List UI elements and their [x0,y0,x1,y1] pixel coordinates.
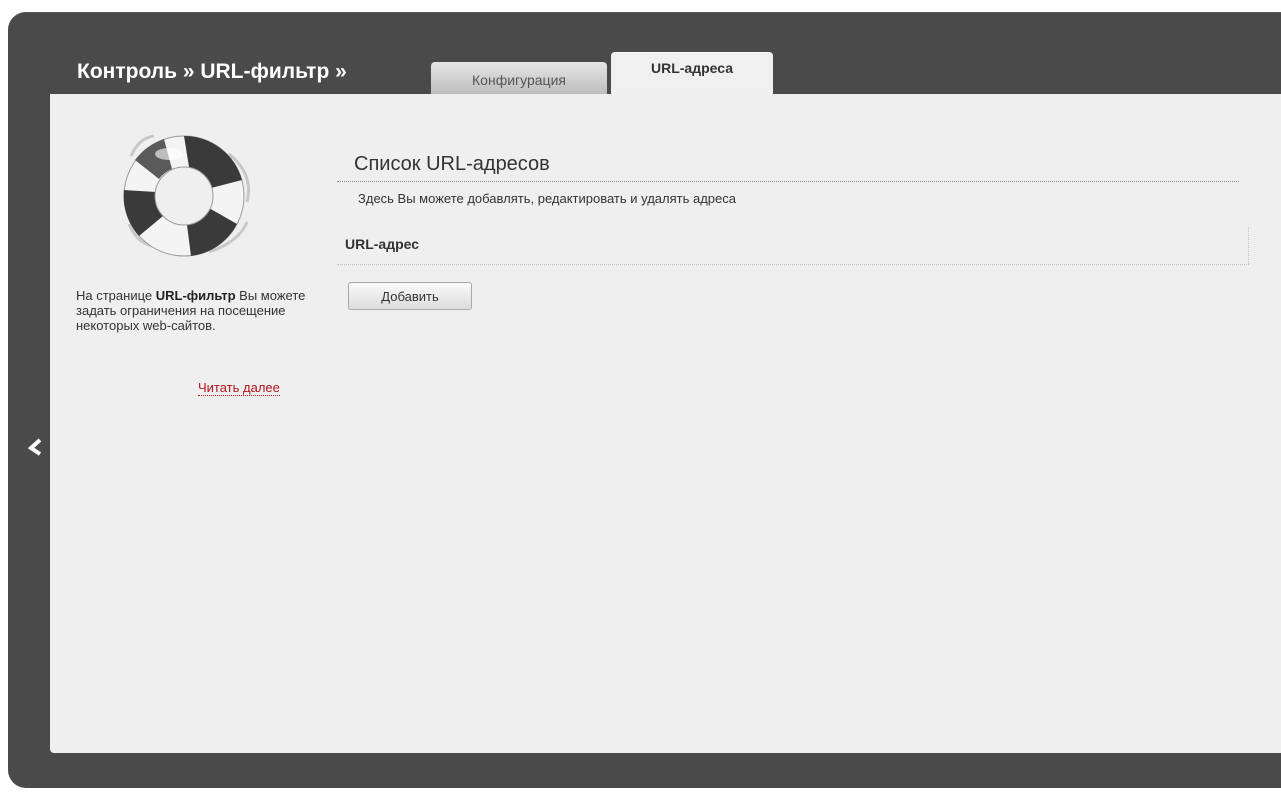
section-description: Здесь Вы можете добавлять, редактировать… [358,191,736,206]
table-column-header: URL-адрес [345,236,420,252]
page-title: Контроль » URL-фильтр » [77,60,347,83]
read-more-link[interactable]: Читать далее [198,380,280,396]
table-header-edge [1248,227,1249,264]
chevron-left-icon-shape [27,438,42,456]
tab-configuration[interactable]: Конфигурация [431,62,607,94]
sidebar-text-prefix: На странице [76,288,156,303]
lifebuoy-icon [109,124,259,264]
table-header-divider [337,264,1249,265]
tab-url-addresses[interactable]: URL-адреса [611,52,773,94]
chevron-left-icon[interactable] [27,437,47,463]
sidebar-text-bold: URL-фильтр [155,288,236,303]
add-button[interactable]: Добавить [348,282,472,310]
section-title: Список URL-адресов [354,153,550,175]
sidebar-description: На странице URL-фильтр Вы можете задать … [76,288,306,333]
section-divider [337,181,1239,182]
